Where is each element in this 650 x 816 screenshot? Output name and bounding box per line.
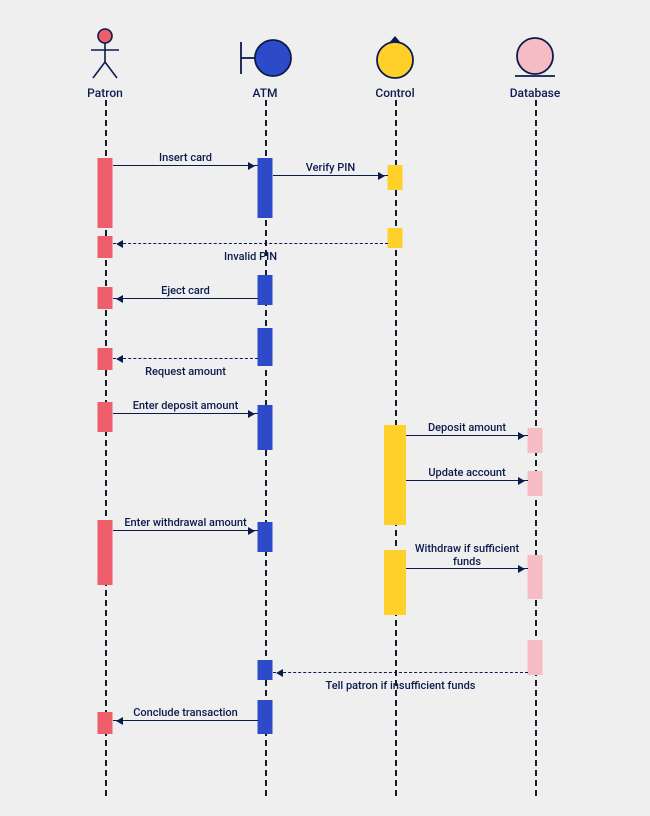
msg-conclude: Conclude transaction: [113, 720, 258, 721]
activation-patron: [98, 520, 113, 585]
msg-deposit-amount: Deposit amount: [406, 435, 528, 436]
activation-database: [528, 640, 543, 675]
actor-label: Patron: [65, 86, 145, 100]
activation-atm: [258, 660, 273, 680]
msg-label: Enter withdrawal amount: [113, 516, 258, 529]
activation-database: [528, 555, 543, 599]
actor-patron: Patron: [65, 26, 145, 100]
sequence-diagram: Patron ATM Control Database: [0, 0, 650, 816]
activation-atm: [258, 158, 273, 218]
msg-withdraw-if-funds: Withdraw if sufficientfunds: [406, 568, 528, 569]
activation-atm: [258, 275, 273, 305]
actor-atm: ATM: [225, 26, 305, 100]
msg-label: Deposit amount: [406, 421, 528, 434]
actor-label: Control: [355, 86, 435, 100]
activation-database: [528, 471, 543, 496]
actor-control: Control: [355, 26, 435, 100]
activation-database: [528, 428, 543, 453]
msg-request-amount: Request amount: [113, 358, 258, 359]
entity-icon: [495, 26, 575, 80]
msg-eject-card: Eject card: [113, 298, 258, 299]
msg-label: Insert card: [113, 151, 258, 164]
msg-update-account: Update account: [406, 480, 528, 481]
activation-patron: [98, 287, 113, 309]
msg-invalid-pin: Invalid PIN: [113, 243, 388, 244]
msg-enter-withdrawal: Enter withdrawal amount: [113, 530, 258, 531]
activation-patron: [98, 236, 113, 258]
activation-patron: [98, 158, 113, 228]
actor-label: Database: [495, 86, 575, 100]
msg-label: Enter deposit amount: [113, 399, 258, 412]
activation-atm: [258, 328, 273, 366]
actor-label: ATM: [225, 86, 305, 100]
activation-atm: [258, 700, 273, 734]
msg-insufficient-funds: Tell patron if insufficient funds: [273, 672, 528, 673]
msg-label: Eject card: [113, 284, 258, 297]
msg-label: Tell patron if insufficient funds: [273, 679, 528, 692]
activation-control: [388, 165, 403, 190]
msg-label: Request amount: [113, 365, 258, 378]
boundary-icon: [225, 26, 305, 80]
msg-enter-deposit: Enter deposit amount: [113, 413, 258, 414]
activation-control: [384, 550, 406, 615]
msg-verify-pin: Verify PIN: [273, 175, 388, 176]
msg-label: Invalid PIN: [113, 250, 388, 263]
msg-label: Conclude transaction: [113, 706, 258, 719]
activation-control: [388, 228, 403, 248]
activation-atm: [258, 405, 273, 450]
activation-patron: [98, 402, 113, 432]
control-icon: [355, 26, 435, 80]
activation-patron: [98, 712, 113, 734]
activation-patron: [98, 348, 113, 370]
msg-insert-card: Insert card: [113, 165, 258, 166]
activation-atm: [258, 522, 273, 552]
actor-database: Database: [495, 26, 575, 100]
msg-label: Withdraw if sufficientfunds: [406, 543, 528, 568]
msg-label: Update account: [406, 466, 528, 479]
activation-control: [384, 425, 406, 525]
msg-label: Verify PIN: [273, 161, 388, 174]
actor-icon: [65, 26, 145, 80]
